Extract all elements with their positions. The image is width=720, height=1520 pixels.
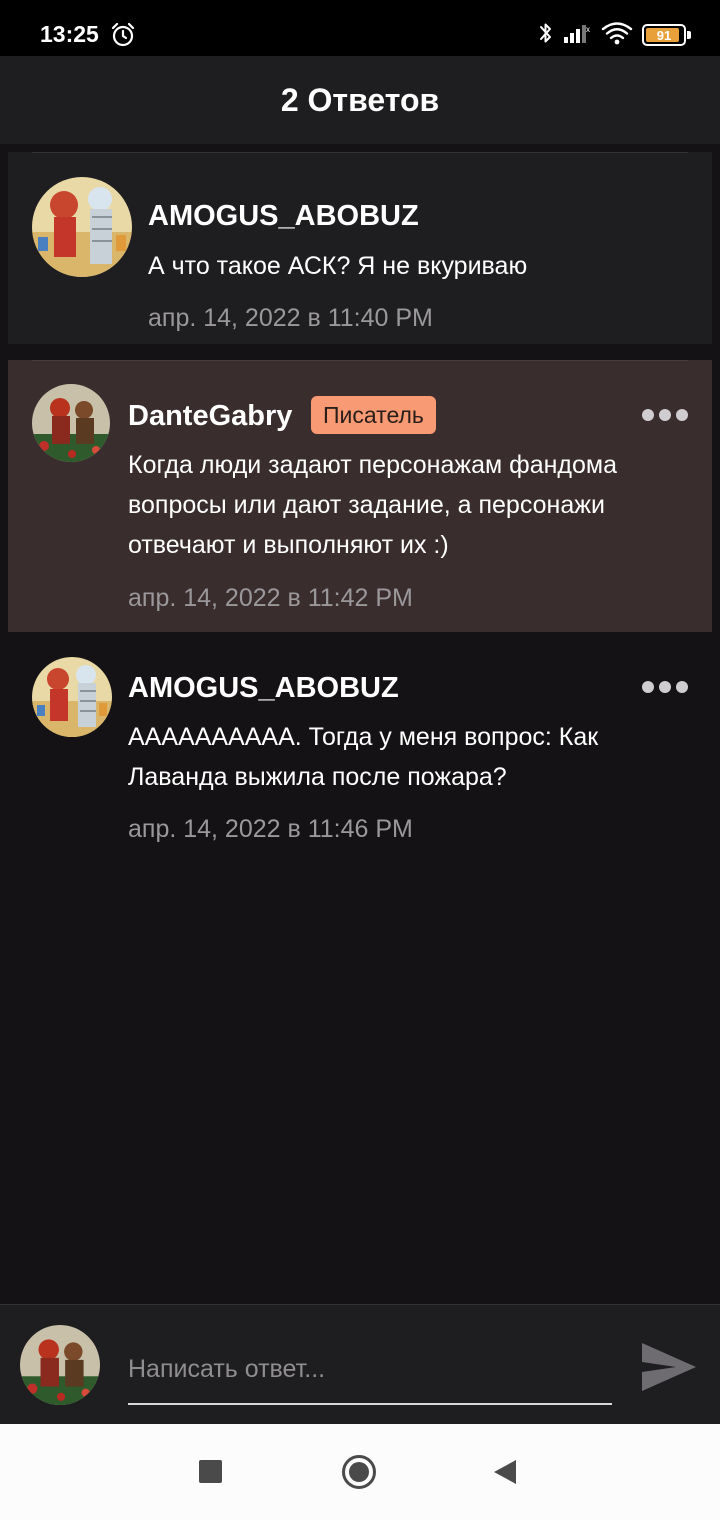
app-header: 2 Ответов: [0, 56, 720, 144]
divider: [32, 152, 688, 153]
comment-timestamp: апр. 14, 2022 в 11:40 PM: [148, 304, 433, 332]
avatar[interactable]: [32, 177, 132, 277]
status-bar: 13:25 x 91: [0, 0, 720, 56]
reply-bar: [0, 1304, 720, 1424]
recents-button[interactable]: [199, 1460, 222, 1483]
comment-timestamp: апр. 14, 2022 в 11:46 PM: [128, 815, 413, 843]
comment-author[interactable]: AMOGUS_ABOBUZ: [148, 200, 419, 233]
send-icon: [642, 1343, 696, 1391]
svg-text:x: x: [586, 25, 590, 34]
comment-item[interactable]: AMOGUS_ABOBUZ АААААААААА. Тогда у меня в…: [8, 640, 712, 870]
battery-percentage: 91: [656, 27, 672, 43]
home-button[interactable]: [342, 1455, 376, 1489]
signal-icon: x: [562, 21, 592, 50]
reply-input-wrapper: [128, 1335, 612, 1405]
bluetooth-icon: [538, 20, 554, 51]
send-button[interactable]: [636, 1335, 700, 1399]
comment-text: АААААААААА. Тогда у меня вопрос: Как Лав…: [128, 723, 599, 791]
comment-timestamp: апр. 14, 2022 в 11:42 PM: [128, 584, 413, 612]
comment-author[interactable]: AMOGUS_ABOBUZ: [128, 672, 399, 705]
current-user-avatar[interactable]: [20, 1325, 100, 1405]
comment-item[interactable]: AMOGUS_ABOBUZ А что такое АСК? Я не вкур…: [8, 152, 712, 344]
avatar[interactable]: [32, 657, 112, 737]
status-icons: x 91: [538, 20, 691, 51]
status-time: 13:25: [40, 21, 99, 47]
wifi-icon: [600, 20, 634, 51]
more-options-icon[interactable]: [642, 679, 688, 695]
alarm-icon: [110, 22, 136, 48]
replies-list[interactable]: AMOGUS_ABOBUZ А что такое АСК? Я не вкур…: [0, 144, 720, 1304]
comment-text: Когда люди задают персонажам фандома воп…: [128, 451, 618, 559]
more-options-icon[interactable]: [642, 407, 688, 423]
page-title: 2 Ответов: [280, 81, 440, 118]
comment-text: А что такое АСК? Я не вкуриваю: [148, 252, 528, 280]
avatar[interactable]: [32, 384, 110, 462]
divider: [32, 360, 688, 361]
reply-input[interactable]: [128, 1335, 612, 1403]
system-nav-bar: [0, 1424, 720, 1520]
role-badge: Писатель: [311, 396, 436, 434]
back-button[interactable]: [494, 1460, 516, 1484]
comment-item-highlighted[interactable]: DanteGabry Писатель Когда люди задают пе…: [8, 360, 712, 632]
battery-icon: 91: [642, 24, 691, 46]
battery-nub: [687, 31, 691, 39]
comment-author[interactable]: DanteGabry: [128, 400, 292, 433]
